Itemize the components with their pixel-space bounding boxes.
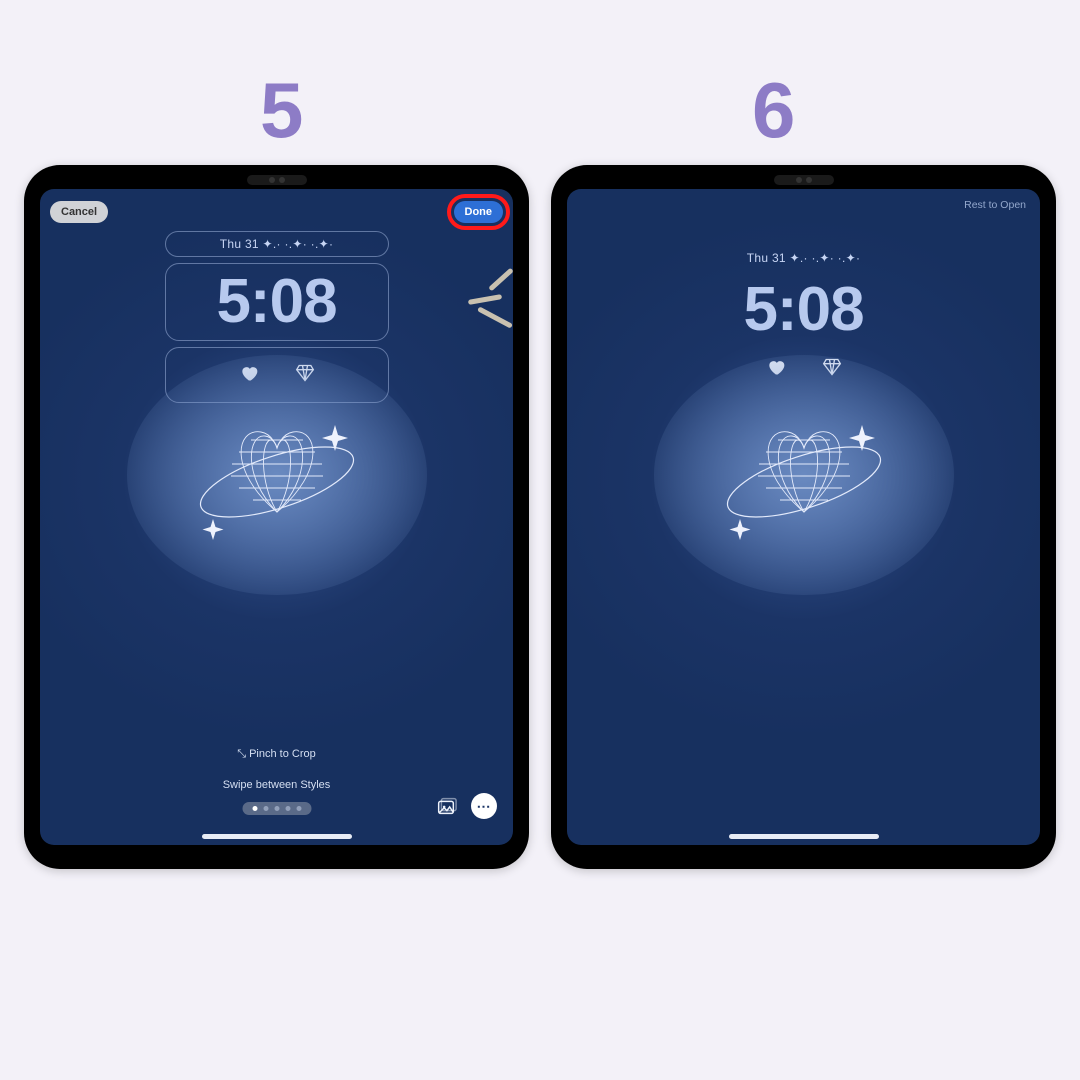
diamond-icon bbox=[295, 363, 315, 388]
ipad-device-step-5: Cancel Done Thu 31 ✦.· ·.✦· ·.✦· 5:08 bbox=[24, 165, 529, 869]
widgets-row bbox=[692, 349, 916, 389]
ipad-row: Cancel Done Thu 31 ✦.· ·.✦· ·.✦· 5:08 bbox=[0, 165, 1080, 869]
time-text: 5:08 bbox=[743, 279, 863, 341]
swipe-styles-hint: Swipe between Styles bbox=[40, 779, 513, 791]
home-indicator[interactable] bbox=[729, 834, 879, 839]
heart-icon bbox=[766, 357, 786, 382]
style-pager[interactable] bbox=[242, 802, 311, 815]
date-text: Thu 31 ✦.· ·.✦· ·.✦· bbox=[220, 237, 334, 251]
lockscreen-widgets-editor: Thu 31 ✦.· ·.✦· ·.✦· 5:08 bbox=[165, 231, 389, 403]
step-number-5: 5 bbox=[260, 65, 305, 156]
more-options-button[interactable]: ⋯ bbox=[471, 793, 497, 819]
wallpaper-heart-art bbox=[704, 397, 904, 597]
rest-to-open-label: Rest to Open bbox=[964, 199, 1026, 211]
tap-spark-lines bbox=[458, 263, 513, 323]
diamond-icon bbox=[822, 357, 842, 382]
time-text: 5:08 bbox=[216, 271, 336, 333]
pinch-to-crop-hint: ⤡ Pinch to Crop bbox=[40, 748, 513, 761]
done-highlight-ring: Done bbox=[447, 194, 511, 230]
home-indicator[interactable] bbox=[202, 834, 352, 839]
ipad-screen-lockscreen[interactable]: Rest to Open Thu 31 ✦.· ·.✦· ·.✦· 5:08 bbox=[567, 189, 1040, 845]
front-camera-strip bbox=[247, 175, 307, 185]
front-camera-strip bbox=[774, 175, 834, 185]
date-widget: Thu 31 ✦.· ·.✦· ·.✦· bbox=[692, 245, 916, 271]
widgets-row[interactable] bbox=[165, 347, 389, 403]
wallpaper-heart-art bbox=[177, 397, 377, 597]
time-widget[interactable]: 5:08 bbox=[165, 263, 389, 341]
date-text: Thu 31 ✦.· ·.✦· ·.✦· bbox=[747, 251, 861, 265]
time-widget: 5:08 bbox=[692, 271, 916, 349]
step-number-6: 6 bbox=[752, 65, 797, 156]
photo-library-button[interactable] bbox=[433, 793, 459, 819]
date-widget[interactable]: Thu 31 ✦.· ·.✦· ·.✦· bbox=[165, 231, 389, 257]
cancel-button[interactable]: Cancel bbox=[50, 201, 108, 223]
lockscreen-widgets-final: Thu 31 ✦.· ·.✦· ·.✦· 5:08 bbox=[692, 231, 916, 389]
tap-cursor-illustration bbox=[498, 225, 513, 385]
done-button[interactable]: Done bbox=[454, 201, 504, 223]
ipad-device-step-6: Rest to Open Thu 31 ✦.· ·.✦· ·.✦· 5:08 bbox=[551, 165, 1056, 869]
heart-icon bbox=[239, 363, 259, 388]
ipad-screen-editor[interactable]: Cancel Done Thu 31 ✦.· ·.✦· ·.✦· 5:08 bbox=[40, 189, 513, 845]
